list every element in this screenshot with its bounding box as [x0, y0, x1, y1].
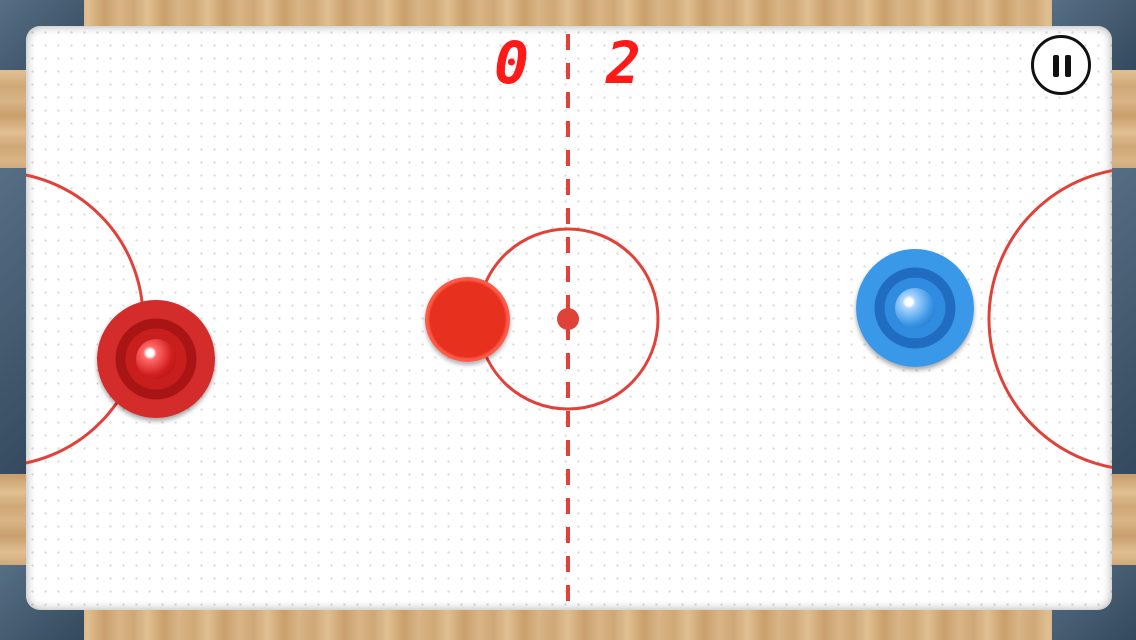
- table-frame-bottom: [0, 610, 1136, 640]
- center-dot: [557, 308, 579, 330]
- pause-button[interactable]: [1031, 35, 1091, 95]
- left-player-score: 0: [494, 29, 531, 97]
- puck: [425, 277, 510, 362]
- red-mallet-knob: [136, 339, 176, 379]
- right-player-score: 2: [606, 29, 643, 97]
- air-hockey-game: 0 2: [0, 0, 1136, 640]
- blue-mallet-knob: [895, 288, 935, 328]
- pause-icon-bar-right: [1065, 55, 1071, 77]
- red-player-mallet[interactable]: [97, 300, 215, 418]
- pause-icon-bar-left: [1053, 55, 1059, 77]
- blue-player-mallet[interactable]: [856, 249, 974, 367]
- right-goal-crease: [987, 169, 1112, 469]
